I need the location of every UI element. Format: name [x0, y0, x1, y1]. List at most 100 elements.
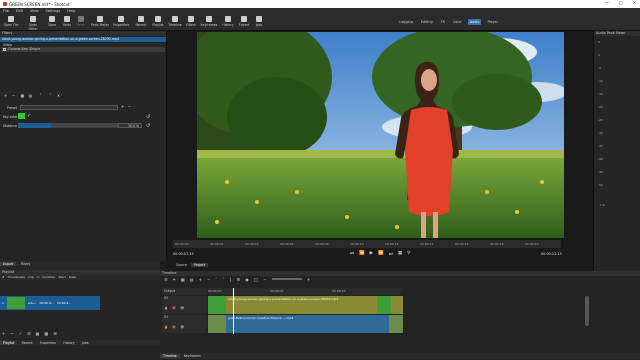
tab-project[interactable]: Project — [191, 263, 209, 267]
snap-icon[interactable]: ⚙ — [237, 276, 241, 283]
remove-filter-icon[interactable]: − — [11, 94, 16, 98]
distance-spinbox[interactable]: 30.0 % — [118, 123, 142, 128]
redo-button[interactable]: Redo — [72, 16, 90, 27]
menu-edit[interactable]: Edit — [16, 9, 23, 13]
minimize-icon[interactable]: — — [605, 0, 609, 5]
skip-next-icon[interactable]: ⏭ — [389, 251, 393, 257]
playlist-remove-icon[interactable]: − — [10, 331, 13, 336]
layout-color[interactable]: Color — [451, 19, 464, 25]
tab-timeline[interactable]: Timeline — [160, 354, 180, 358]
zoom-in-icon[interactable]: + — [307, 276, 310, 283]
copy-filter-icon[interactable]: ▩ — [20, 94, 25, 98]
tab-jobs[interactable]: Jobs — [79, 341, 92, 345]
scrub-icon[interactable]: ◉ — [245, 276, 249, 283]
preset-dropdown[interactable] — [20, 105, 118, 110]
overwrite-icon[interactable]: ˅ — [222, 276, 224, 283]
filters-button[interactable]: Filters — [182, 16, 200, 27]
maximize-icon[interactable]: □ — [619, 0, 623, 5]
col-duration[interactable]: Duration — [42, 275, 55, 280]
ripple-icon[interactable]: ◯ — [254, 276, 258, 283]
layout-fx[interactable]: FX — [439, 19, 447, 25]
playlist-add-icon[interactable]: + — [2, 331, 5, 336]
cut-icon[interactable]: ✂ — [173, 276, 176, 283]
timeline-scrollbar[interactable] — [585, 296, 589, 326]
copy-icon[interactable]: ▩ — [181, 276, 185, 283]
remove-preset-icon[interactable]: − — [127, 105, 132, 109]
paste-icon[interactable]: ▤ — [190, 276, 194, 283]
layout-audio[interactable]: Audio — [467, 19, 482, 25]
keyframes-button[interactable]: Keyframes — [200, 16, 218, 27]
play-icon[interactable]: ▶ — [370, 251, 373, 257]
col-date[interactable]: Date — [69, 275, 76, 280]
eyedropper-icon[interactable]: ✓ — [27, 113, 31, 119]
open-file-button[interactable]: Open File — [2, 16, 20, 27]
append-icon[interactable]: + — [199, 276, 202, 283]
eye-icon[interactable]: 👁 — [180, 306, 184, 310]
tab-recent[interactable]: Recent — [19, 341, 36, 345]
zoom-slider[interactable] — [271, 278, 302, 280]
col-thumbnails[interactable]: Thumbnails — [8, 275, 25, 280]
clip-v1[interactable]: gran-field-summer-meadow-flowers-...-mp4 — [208, 315, 403, 333]
col-clip[interactable]: Clip — [28, 275, 34, 280]
remove-icon[interactable]: − — [207, 276, 210, 283]
paste-filter-icon[interactable]: ▤ — [28, 94, 33, 98]
filter-list-item[interactable]: Chroma Key: Simple — [1, 47, 165, 52]
viewer-ruler[interactable]: 00:00:00 00:00:02 00:00:04 00:00:06 00:00:08… — [173, 240, 561, 248]
zoom-icon[interactable]: ⚲ — [407, 251, 410, 257]
clip-v2[interactable]: adult-young-woman-giving-a-presentation-… — [208, 296, 403, 314]
zoom-out-icon[interactable]: − — [263, 276, 266, 283]
tab-export[interactable]: Export — [0, 262, 17, 266]
track-v2-header[interactable]: V2 🔒 🔇 👁 — [162, 296, 206, 314]
key-color-swatch[interactable] — [18, 113, 25, 119]
col-start[interactable]: Start — [58, 275, 65, 280]
playlist-list-view-icon[interactable]: ☰ — [27, 331, 31, 336]
menu-view[interactable]: View — [30, 9, 39, 13]
tab-history[interactable]: History — [60, 341, 77, 345]
table-row[interactable]: 1 adu... 00:00:0... 00:00:2... — [0, 296, 100, 310]
tab-playlist[interactable]: Playlist — [0, 341, 18, 345]
skip-previous-icon[interactable]: ⏮ — [350, 251, 354, 257]
timeline-menu-icon[interactable]: ☰ — [164, 276, 168, 283]
video-frame[interactable] — [197, 32, 564, 238]
layout-logging[interactable]: Logging — [397, 19, 414, 25]
current-timecode[interactable]: 00:00:07:15 — [173, 252, 194, 256]
tab-properties[interactable]: Properties — [37, 341, 59, 345]
playhead[interactable] — [233, 288, 234, 334]
tab-source[interactable]: Source — [173, 263, 190, 267]
playlist-menu-icon[interactable]: ☰ — [53, 331, 57, 336]
layout-player[interactable]: Player — [485, 19, 500, 25]
timeline-ruler[interactable]: 00:00:00 00:00:05 00:00:10 — [208, 288, 403, 295]
playlist-button[interactable]: Playlist — [149, 16, 167, 27]
playlist-update-icon[interactable]: ✓ — [19, 331, 22, 336]
eye-icon[interactable]: 👁 — [180, 325, 184, 329]
add-preset-icon[interactable]: + — [120, 105, 125, 109]
playlist-grid-view-icon[interactable]: ▦ — [36, 331, 40, 336]
peak-meter-button[interactable]: Peak Meter — [91, 16, 109, 27]
menu-file[interactable]: File — [3, 9, 9, 13]
close-icon[interactable]: ✕ — [633, 0, 636, 5]
move-down-icon[interactable]: ˅ — [48, 94, 53, 98]
jobs-button[interactable]: Jobs — [250, 16, 268, 27]
properties-button[interactable]: Properties — [112, 16, 130, 27]
deselect-icon[interactable]: ✕ — [56, 94, 61, 98]
add-filter-icon[interactable]: + — [3, 94, 8, 98]
split-icon[interactable]: │ — [229, 276, 231, 283]
menu-help[interactable]: Help — [67, 9, 75, 13]
tab-filters[interactable]: Filters — [18, 262, 34, 266]
col-in[interactable]: In — [37, 275, 40, 280]
open-other-button[interactable]: Open Other — [24, 16, 42, 31]
col-index[interactable]: # — [2, 275, 5, 280]
lift-icon[interactable]: ˄ — [215, 276, 217, 283]
playlist-icon-view-icon[interactable]: ▩ — [44, 331, 48, 336]
mute-icon[interactable]: 🔇 — [172, 306, 176, 310]
menu-settings[interactable]: Settings — [46, 9, 61, 13]
move-up-icon[interactable]: ˄ — [38, 94, 43, 98]
rewind-icon[interactable]: ⏪ — [359, 251, 365, 257]
grid-icon[interactable]: ▦ — [398, 251, 402, 257]
track-v1-header[interactable]: V1 🔒 🔇 👁 — [162, 315, 206, 333]
recent-button[interactable]: Recent — [132, 16, 150, 27]
fast-forward-icon[interactable]: ⏩ — [378, 251, 384, 257]
checkbox-icon[interactable] — [3, 47, 6, 51]
layout-editing[interactable]: Editing — [419, 19, 435, 25]
mute-icon[interactable]: 🔇 — [172, 325, 176, 329]
